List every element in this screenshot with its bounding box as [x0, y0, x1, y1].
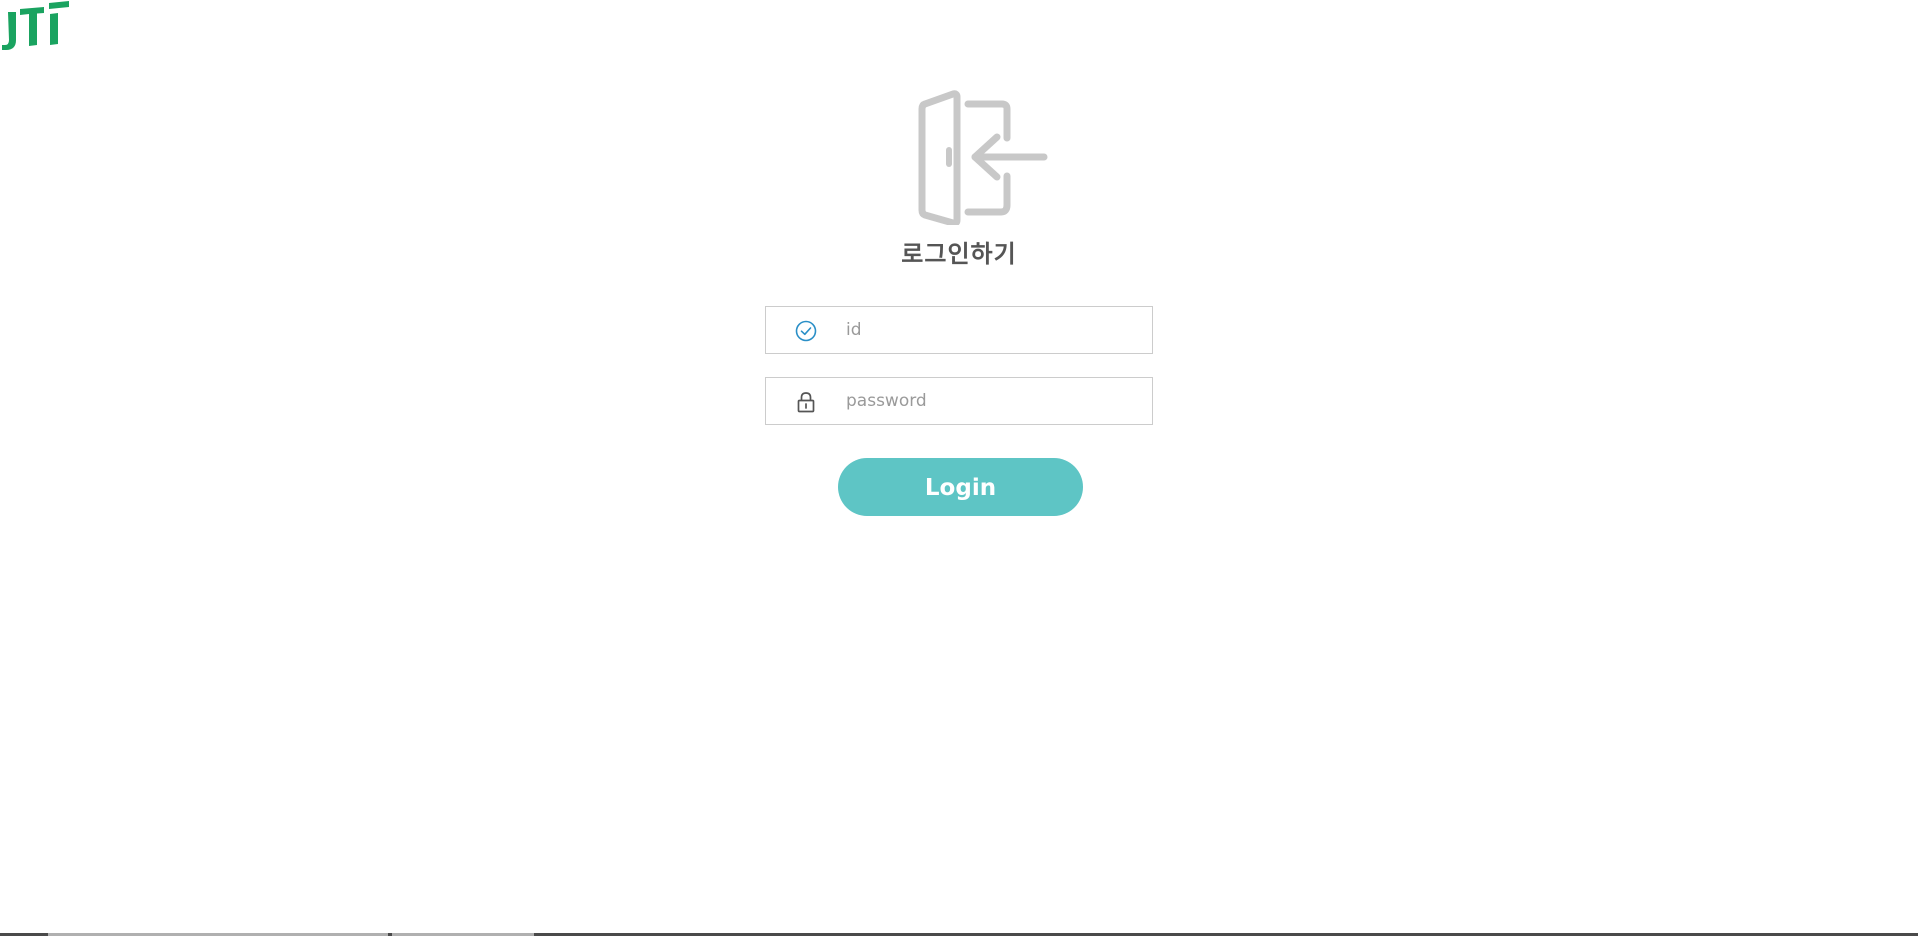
id-input[interactable] [846, 307, 1142, 353]
password-field[interactable] [765, 377, 1153, 425]
check-circle-icon [795, 320, 817, 342]
login-door-icon [918, 90, 1048, 225]
page-title: 로그인하기 [901, 240, 1017, 268]
lock-icon [797, 392, 815, 413]
login-panel: 로그인하기 Login [0, 0, 1918, 936]
login-button[interactable]: Login [838, 458, 1083, 516]
password-input[interactable] [846, 378, 1142, 424]
id-field[interactable] [765, 306, 1153, 354]
